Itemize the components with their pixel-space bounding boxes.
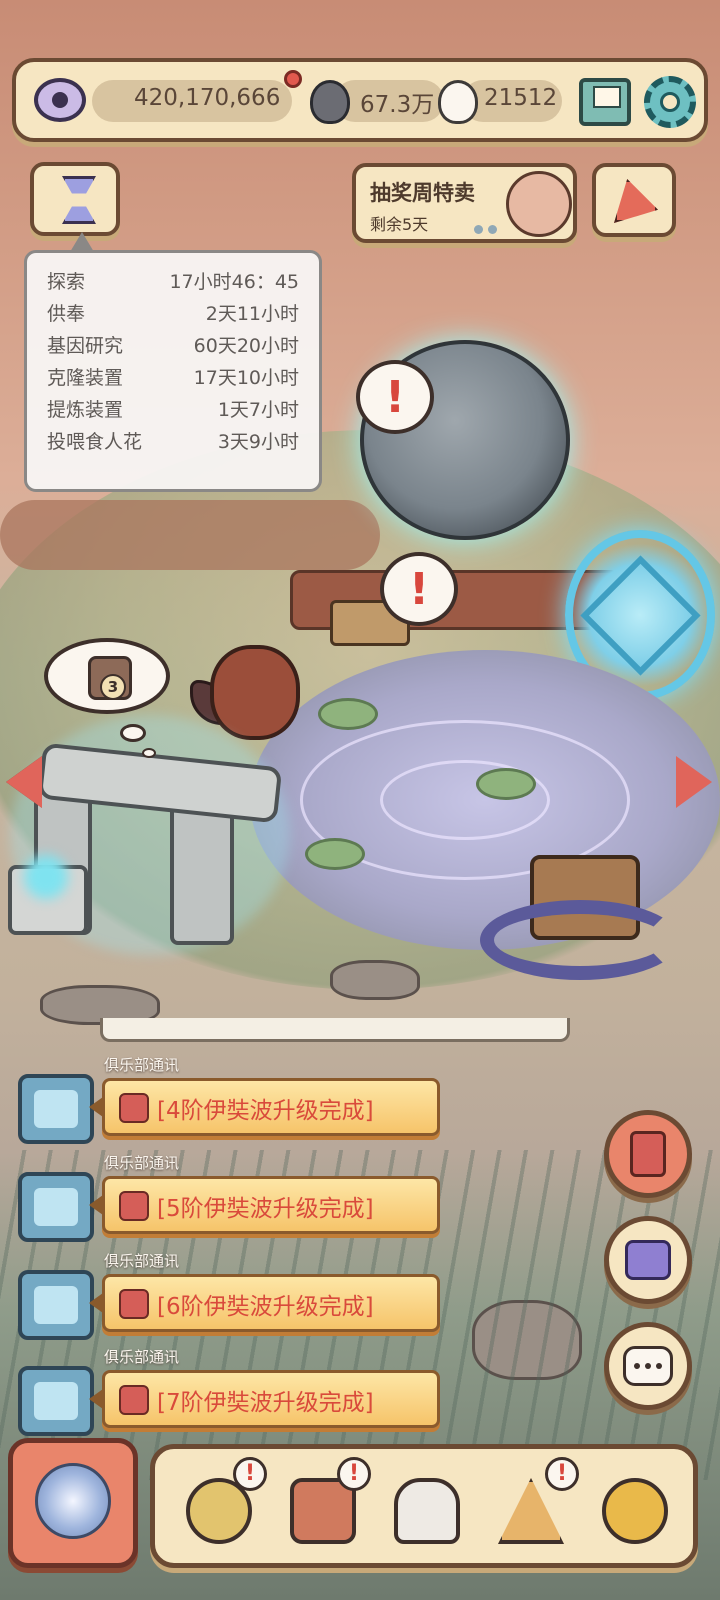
red-packet-button[interactable] xyxy=(604,1110,692,1198)
eye-orb-icon xyxy=(35,1463,111,1539)
lily-pad xyxy=(476,768,536,800)
eye-icon[interactable] xyxy=(34,78,86,122)
thought-tail xyxy=(142,748,156,758)
scroll-left-arrow[interactable] xyxy=(6,756,42,808)
timer-label: 基因研究 xyxy=(47,335,124,357)
club-message[interactable]: 俱乐部通讯 [4阶伊奘波升级完成] xyxy=(12,1054,442,1146)
timer-row: 探索 17小时46：45 xyxy=(47,267,299,299)
nav-key-coin[interactable] xyxy=(587,1463,683,1559)
thought-tail xyxy=(120,724,146,742)
promo-remaining: 剩余5天 xyxy=(370,215,429,234)
bottom-nav: ! ! ! xyxy=(150,1444,698,1568)
nav-alert-badge: ! xyxy=(337,1457,371,1491)
message-sender: 俱乐部通讯 xyxy=(104,1056,180,1074)
gear-icon[interactable] xyxy=(644,76,696,128)
chat-bubble-icon xyxy=(623,1346,673,1386)
resource-bar: 420,170,666 67.3万 21512 xyxy=(12,58,708,142)
nav-creatures[interactable]: ! xyxy=(171,1457,267,1559)
robot-avatar-icon xyxy=(18,1366,94,1436)
robot-avatar-icon xyxy=(18,1074,94,1144)
timer-panel: 探索 17小时46：45 供奉 2天11小时 基因研究 60天20小时 克隆装置… xyxy=(24,250,322,492)
red-packet-icon xyxy=(630,1131,666,1177)
timer-row: 提炼装置 1天7小时 xyxy=(47,395,299,427)
club-message[interactable]: 俱乐部通讯 [6阶伊奘波升级完成] xyxy=(12,1250,442,1342)
message-card[interactable]: [7阶伊奘波升级完成] xyxy=(89,1370,440,1428)
robot-avatar-icon xyxy=(18,1270,94,1340)
timer-panel-pointer xyxy=(70,232,94,252)
lottery-wheel-icon xyxy=(506,171,572,237)
alert-bubble[interactable]: ! xyxy=(380,552,458,626)
lottery-sale-banner[interactable]: 抽奖周特卖 剩余5天 xyxy=(352,163,577,243)
nav-statue[interactable] xyxy=(379,1463,475,1559)
message-text: [5阶伊奘波升级完成] xyxy=(157,1196,374,1222)
purple-snake[interactable] xyxy=(480,900,680,980)
club-message[interactable]: 俱乐部通讯 [7阶伊奘波升级完成] xyxy=(12,1346,442,1438)
timer-value: 2天11小时 xyxy=(205,303,299,325)
notification-dot xyxy=(284,70,302,88)
card-icon xyxy=(119,1385,149,1415)
robot-avatar-icon xyxy=(18,1172,94,1242)
promo-title: 抽奖周特卖 xyxy=(370,181,475,205)
warp-screen-icon xyxy=(625,1240,671,1280)
message-text: [7阶伊奘波升级完成] xyxy=(157,1390,374,1416)
timer-label: 供奉 xyxy=(47,303,86,325)
nav-pyramid[interactable]: ! xyxy=(483,1457,579,1559)
message-card[interactable]: [4阶伊奘波升级完成] xyxy=(89,1078,440,1136)
timer-value: 3天9小时 xyxy=(217,431,299,453)
nav-backpack[interactable]: ! xyxy=(275,1457,371,1559)
souls-value: 67.3万 xyxy=(360,92,435,118)
mud-pool xyxy=(0,500,380,570)
timer-label: 探索 xyxy=(47,271,86,293)
ghost-icon[interactable] xyxy=(438,80,478,124)
message-text: [6阶伊奘波升级完成] xyxy=(157,1294,374,1320)
nav-alert-badge: ! xyxy=(545,1457,579,1491)
timer-row: 基因研究 60天20小时 xyxy=(47,331,299,363)
message-sender: 俱乐部通讯 xyxy=(104,1154,180,1172)
card-icon xyxy=(119,1289,149,1319)
timer-row: 供奉 2天11小时 xyxy=(47,299,299,331)
message-card[interactable]: [6阶伊奘波升级完成] xyxy=(89,1274,440,1332)
message-sender: 俱乐部通讯 xyxy=(104,1348,180,1366)
ghosts-value: 21512 xyxy=(484,85,558,111)
thought-bubble[interactable]: 3 xyxy=(44,638,170,714)
nav-alert-badge: ! xyxy=(233,1457,267,1491)
party-popper-button[interactable] xyxy=(592,163,676,237)
soul-orb-icon[interactable] xyxy=(310,80,350,124)
timer-value: 17天10小时 xyxy=(193,367,299,389)
warp-button[interactable] xyxy=(604,1216,692,1304)
scroll-right-arrow[interactable] xyxy=(676,756,712,808)
message-text: [4阶伊奘波升级完成] xyxy=(157,1098,374,1124)
rock xyxy=(330,960,420,1000)
timer-value: 60天20小时 xyxy=(193,335,299,357)
timer-label: 克隆装置 xyxy=(47,367,124,389)
timer-button[interactable] xyxy=(30,162,120,236)
carousel-dots xyxy=(474,225,497,234)
home-eye-button[interactable] xyxy=(8,1438,138,1568)
lily-pad xyxy=(318,698,378,730)
card-icon xyxy=(119,1191,149,1221)
message-card[interactable]: [5阶伊奘波升级完成] xyxy=(89,1176,440,1234)
timer-label: 提炼装置 xyxy=(47,399,124,421)
timer-value: 17小时46：45 xyxy=(169,271,299,293)
party-popper-icon xyxy=(614,179,658,223)
card-icon xyxy=(119,1093,149,1123)
eye-points-value: 420,170,666 xyxy=(134,85,281,111)
message-sender: 俱乐部通讯 xyxy=(104,1252,180,1270)
chat-button[interactable] xyxy=(604,1322,692,1410)
hourglass-icon xyxy=(62,176,96,224)
timer-value: 1天7小时 xyxy=(217,399,299,421)
thought-count-badge: 3 xyxy=(100,674,126,700)
bust-statue-icon xyxy=(394,1478,460,1544)
timer-row: 投喂食人花 3天9小时 xyxy=(47,427,299,459)
lily-pad xyxy=(305,838,365,870)
key-coin-icon xyxy=(602,1478,668,1544)
alert-bubble[interactable]: ! xyxy=(356,360,434,434)
timer-label: 投喂食人花 xyxy=(47,431,143,453)
timer-row: 克隆装置 17天10小时 xyxy=(47,363,299,395)
news-panel-edge xyxy=(100,1018,570,1042)
club-message[interactable]: 俱乐部通讯 [5阶伊奘波升级完成] xyxy=(12,1152,442,1244)
stone-gate[interactable] xyxy=(8,715,290,955)
mail-icon[interactable] xyxy=(579,78,631,126)
